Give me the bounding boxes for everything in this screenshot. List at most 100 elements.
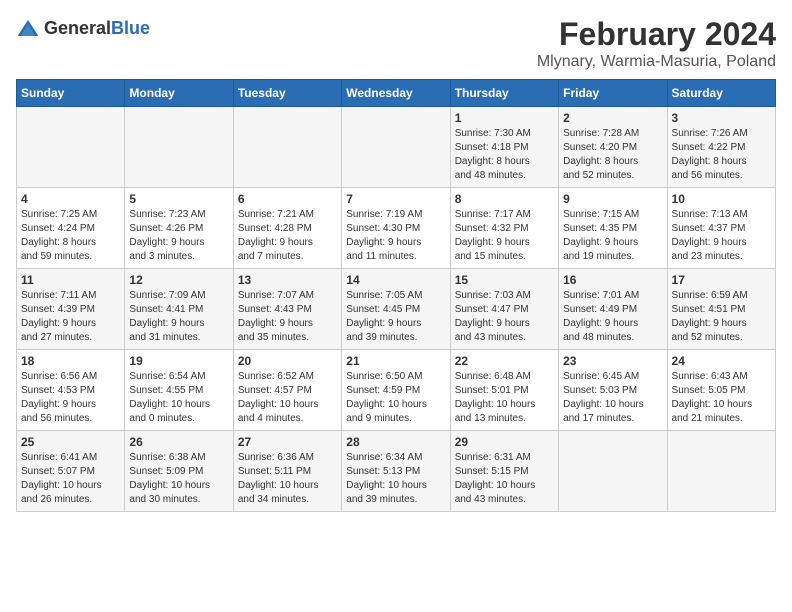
calendar-cell: 5Sunrise: 7:23 AM Sunset: 4:26 PM Daylig… <box>125 188 233 269</box>
calendar-cell: 11 Sunrise: 7:11 AM Sunset: 4:39 PM Dayli… <box>17 269 125 350</box>
calendar-cell: 24 Sunrise: 6:43 AM Sunset: 5:05 PM Dayli… <box>667 350 775 431</box>
day-number: 21 <box>346 354 445 368</box>
day-info: Sunrise: 7:13 AM Sunset: 4:37 PM Dayligh… <box>672 208 771 264</box>
day-info: Sunrise: 6:56 AM Sunset: 4:53 PM Dayligh… <box>21 370 120 426</box>
day-number: 10 <box>672 192 771 206</box>
day-info: Sunrise: 6:59 AM Sunset: 4:51 PM Dayligh… <box>672 289 771 345</box>
calendar-body: 1 Sunrise: 7:30 AM Sunset: 4:18 PM Daylig… <box>17 107 776 512</box>
calendar-cell: 29 Sunrise: 6:31 AM Sunset: 5:15 PM Dayli… <box>450 431 558 512</box>
day-number: 28 <box>346 435 445 449</box>
day-info: Sunrise: 7:23 AM Sunset: 4:26 PM Dayligh… <box>129 208 228 264</box>
day-info: Sunrise: 7:07 AM Sunset: 4:43 PM Dayligh… <box>238 289 337 345</box>
day-number: 9 <box>563 192 662 206</box>
calendar-cell: 20 Sunrise: 6:52 AM Sunset: 4:57 PM Dayli… <box>233 350 341 431</box>
calendar-cell: 7 Sunrise: 7:19 AM Sunset: 4:30 PM Daylig… <box>342 188 450 269</box>
calendar-cell: 18 Sunrise: 6:56 AM Sunset: 4:53 PM Dayli… <box>17 350 125 431</box>
day-info: Sunrise: 7:19 AM Sunset: 4:30 PM Dayligh… <box>346 208 445 264</box>
weekday-header: Sunday <box>17 80 125 107</box>
calendar-cell: 21 Sunrise: 6:50 AM Sunset: 4:59 PM Dayli… <box>342 350 450 431</box>
calendar-cell: 8 Sunrise: 7:17 AM Sunset: 4:32 PM Daylig… <box>450 188 558 269</box>
day-info: Sunrise: 7:21 AM Sunset: 4:28 PM Dayligh… <box>238 208 337 264</box>
day-info: Sunrise: 7:15 AM Sunset: 4:35 PM Dayligh… <box>563 208 662 264</box>
day-info: Sunrise: 7:09 AM Sunset: 4:41 PM Dayligh… <box>129 289 228 345</box>
day-number: 6 <box>238 192 337 206</box>
logo-general: General <box>44 18 111 38</box>
day-number: 20 <box>238 354 337 368</box>
day-info: Sunrise: 6:52 AM Sunset: 4:57 PM Dayligh… <box>238 370 337 426</box>
day-number: 18 <box>21 354 120 368</box>
day-info: Sunrise: 7:05 AM Sunset: 4:45 PM Dayligh… <box>346 289 445 345</box>
day-info: Sunrise: 6:38 AM Sunset: 5:09 PM Dayligh… <box>129 451 228 507</box>
calendar-cell <box>667 431 775 512</box>
subtitle: Mlynary, Warmia-Masuria, Poland <box>537 53 776 71</box>
day-number: 4 <box>21 192 120 206</box>
day-number: 15 <box>455 273 554 287</box>
calendar-week-row: 11 Sunrise: 7:11 AM Sunset: 4:39 PM Dayli… <box>17 269 776 350</box>
day-number: 22 <box>455 354 554 368</box>
calendar-week-row: 4 Sunrise: 7:25 AM Sunset: 4:24 PM Daylig… <box>17 188 776 269</box>
calendar-cell: 19Sunrise: 6:54 AM Sunset: 4:55 PM Dayli… <box>125 350 233 431</box>
calendar-cell: 25 Sunrise: 6:41 AM Sunset: 5:07 PM Dayli… <box>17 431 125 512</box>
title-area: February 2024 Mlynary, Warmia-Masuria, P… <box>537 16 776 71</box>
day-number: 17 <box>672 273 771 287</box>
day-number: 1 <box>455 111 554 125</box>
day-info: Sunrise: 6:31 AM Sunset: 5:15 PM Dayligh… <box>455 451 554 507</box>
day-number: 11 <box>21 273 120 287</box>
day-info: Sunrise: 6:41 AM Sunset: 5:07 PM Dayligh… <box>21 451 120 507</box>
day-number: 25 <box>21 435 120 449</box>
calendar-cell <box>342 107 450 188</box>
day-info: Sunrise: 6:50 AM Sunset: 4:59 PM Dayligh… <box>346 370 445 426</box>
calendar-cell: 12 Sunrise: 7:09 AM Sunset: 4:41 PM Dayli… <box>125 269 233 350</box>
day-info: Sunrise: 7:25 AM Sunset: 4:24 PM Dayligh… <box>21 208 120 264</box>
calendar-cell: 10 Sunrise: 7:13 AM Sunset: 4:37 PM Dayli… <box>667 188 775 269</box>
calendar-cell <box>17 107 125 188</box>
day-info: Sunrise: 7:30 AM Sunset: 4:18 PM Dayligh… <box>455 127 554 183</box>
calendar-cell: 16 Sunrise: 7:01 AM Sunset: 4:49 PM Dayli… <box>559 269 667 350</box>
calendar-table: SundayMondayTuesdayWednesdayThursdayFrid… <box>16 79 776 512</box>
calendar-cell: 17 Sunrise: 6:59 AM Sunset: 4:51 PM Dayli… <box>667 269 775 350</box>
day-number: 13 <box>238 273 337 287</box>
day-info: Sunrise: 7:17 AM Sunset: 4:32 PM Dayligh… <box>455 208 554 264</box>
weekday-header: Monday <box>125 80 233 107</box>
day-number: 7 <box>346 192 445 206</box>
day-info: Sunrise: 7:01 AM Sunset: 4:49 PM Dayligh… <box>563 289 662 345</box>
calendar-week-row: 25 Sunrise: 6:41 AM Sunset: 5:07 PM Dayli… <box>17 431 776 512</box>
calendar-week-row: 1 Sunrise: 7:30 AM Sunset: 4:18 PM Daylig… <box>17 107 776 188</box>
day-number: 12 <box>129 273 228 287</box>
logo-blue: Blue <box>111 18 150 38</box>
day-info: Sunrise: 7:28 AM Sunset: 4:20 PM Dayligh… <box>563 127 662 183</box>
day-info: Sunrise: 7:03 AM Sunset: 4:47 PM Dayligh… <box>455 289 554 345</box>
calendar-week-row: 18 Sunrise: 6:56 AM Sunset: 4:53 PM Dayli… <box>17 350 776 431</box>
day-number: 16 <box>563 273 662 287</box>
calendar-cell: 6 Sunrise: 7:21 AM Sunset: 4:28 PM Daylig… <box>233 188 341 269</box>
weekday-header: Tuesday <box>233 80 341 107</box>
calendar-cell <box>559 431 667 512</box>
calendar-cell: 22 Sunrise: 6:48 AM Sunset: 5:01 PM Dayli… <box>450 350 558 431</box>
weekday-header: Saturday <box>667 80 775 107</box>
day-info: Sunrise: 7:26 AM Sunset: 4:22 PM Dayligh… <box>672 127 771 183</box>
calendar-cell: 1 Sunrise: 7:30 AM Sunset: 4:18 PM Daylig… <box>450 107 558 188</box>
day-number: 23 <box>563 354 662 368</box>
logo-icon <box>16 16 40 40</box>
day-number: 8 <box>455 192 554 206</box>
calendar-cell: 28Sunrise: 6:34 AM Sunset: 5:13 PM Dayli… <box>342 431 450 512</box>
day-info: Sunrise: 6:43 AM Sunset: 5:05 PM Dayligh… <box>672 370 771 426</box>
calendar-cell <box>125 107 233 188</box>
weekday-header: Wednesday <box>342 80 450 107</box>
logo: GeneralBlue <box>16 16 150 40</box>
day-number: 19 <box>129 354 228 368</box>
weekday-header: Friday <box>559 80 667 107</box>
day-number: 14 <box>346 273 445 287</box>
day-number: 24 <box>672 354 771 368</box>
day-number: 2 <box>563 111 662 125</box>
calendar-cell: 2 Sunrise: 7:28 AM Sunset: 4:20 PM Daylig… <box>559 107 667 188</box>
calendar-cell: 27Sunrise: 6:36 AM Sunset: 5:11 PM Dayli… <box>233 431 341 512</box>
calendar-cell: 23 Sunrise: 6:45 AM Sunset: 5:03 PM Dayli… <box>559 350 667 431</box>
day-info: Sunrise: 6:45 AM Sunset: 5:03 PM Dayligh… <box>563 370 662 426</box>
calendar-header-row: SundayMondayTuesdayWednesdayThursdayFrid… <box>17 80 776 107</box>
calendar-cell: 4 Sunrise: 7:25 AM Sunset: 4:24 PM Daylig… <box>17 188 125 269</box>
day-info: Sunrise: 7:11 AM Sunset: 4:39 PM Dayligh… <box>21 289 120 345</box>
day-info: Sunrise: 6:48 AM Sunset: 5:01 PM Dayligh… <box>455 370 554 426</box>
day-number: 29 <box>455 435 554 449</box>
day-number: 27 <box>238 435 337 449</box>
